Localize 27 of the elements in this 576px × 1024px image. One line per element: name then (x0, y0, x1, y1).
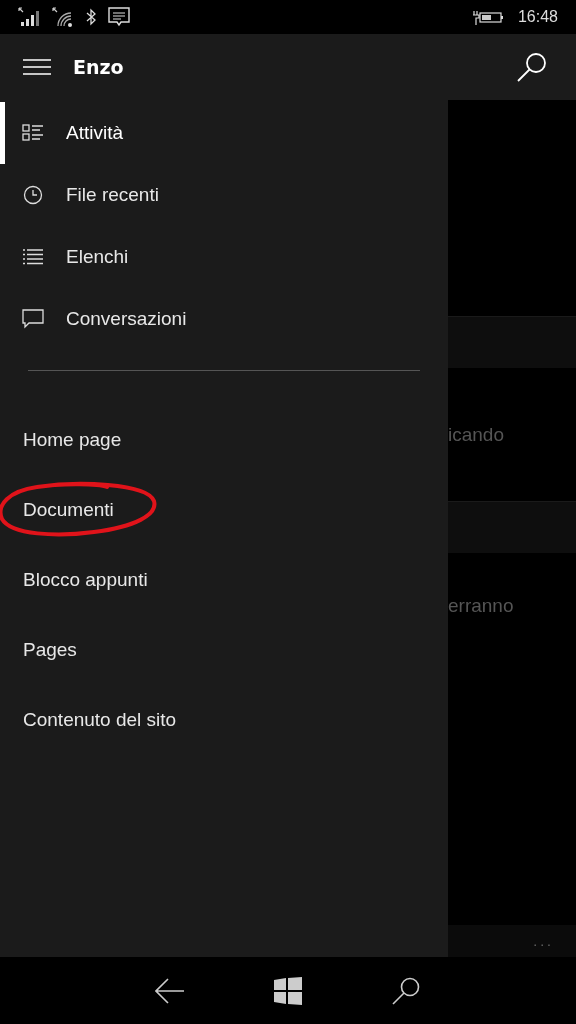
signal-icon (18, 7, 40, 27)
site-link[interactable]: Contenuto del sito (23, 709, 177, 731)
nav-item[interactable]: Elenchi (0, 226, 448, 288)
site-link[interactable]: Documenti (23, 499, 114, 521)
back-button[interactable] (154, 977, 185, 1004)
nav-item[interactable]: File recenti (0, 164, 448, 226)
menu-button[interactable] (22, 58, 52, 76)
more-button[interactable]: ... (533, 933, 554, 949)
battery-icon (471, 8, 504, 26)
start-button[interactable] (274, 976, 302, 1005)
clock-time: 16:48 (517, 8, 558, 26)
search-button[interactable] (516, 50, 548, 83)
bluetooth-icon (86, 8, 96, 26)
task-list-icon (22, 124, 44, 142)
chat-icon (22, 309, 44, 329)
site-link[interactable]: Blocco appunti (23, 569, 148, 591)
wifi-icon (52, 7, 74, 27)
list-text: icando (448, 423, 504, 446)
account-name: Enzo (73, 56, 124, 78)
message-icon (108, 7, 130, 27)
nav-item[interactable]: Conversazioni (0, 288, 448, 350)
site-link[interactable]: Home page (23, 429, 122, 451)
clock-icon (23, 185, 43, 205)
site-link[interactable]: Pages (23, 639, 77, 661)
list-text: erranno (448, 595, 514, 618)
list-icon (22, 249, 44, 265)
search-button[interactable] (391, 975, 422, 1006)
